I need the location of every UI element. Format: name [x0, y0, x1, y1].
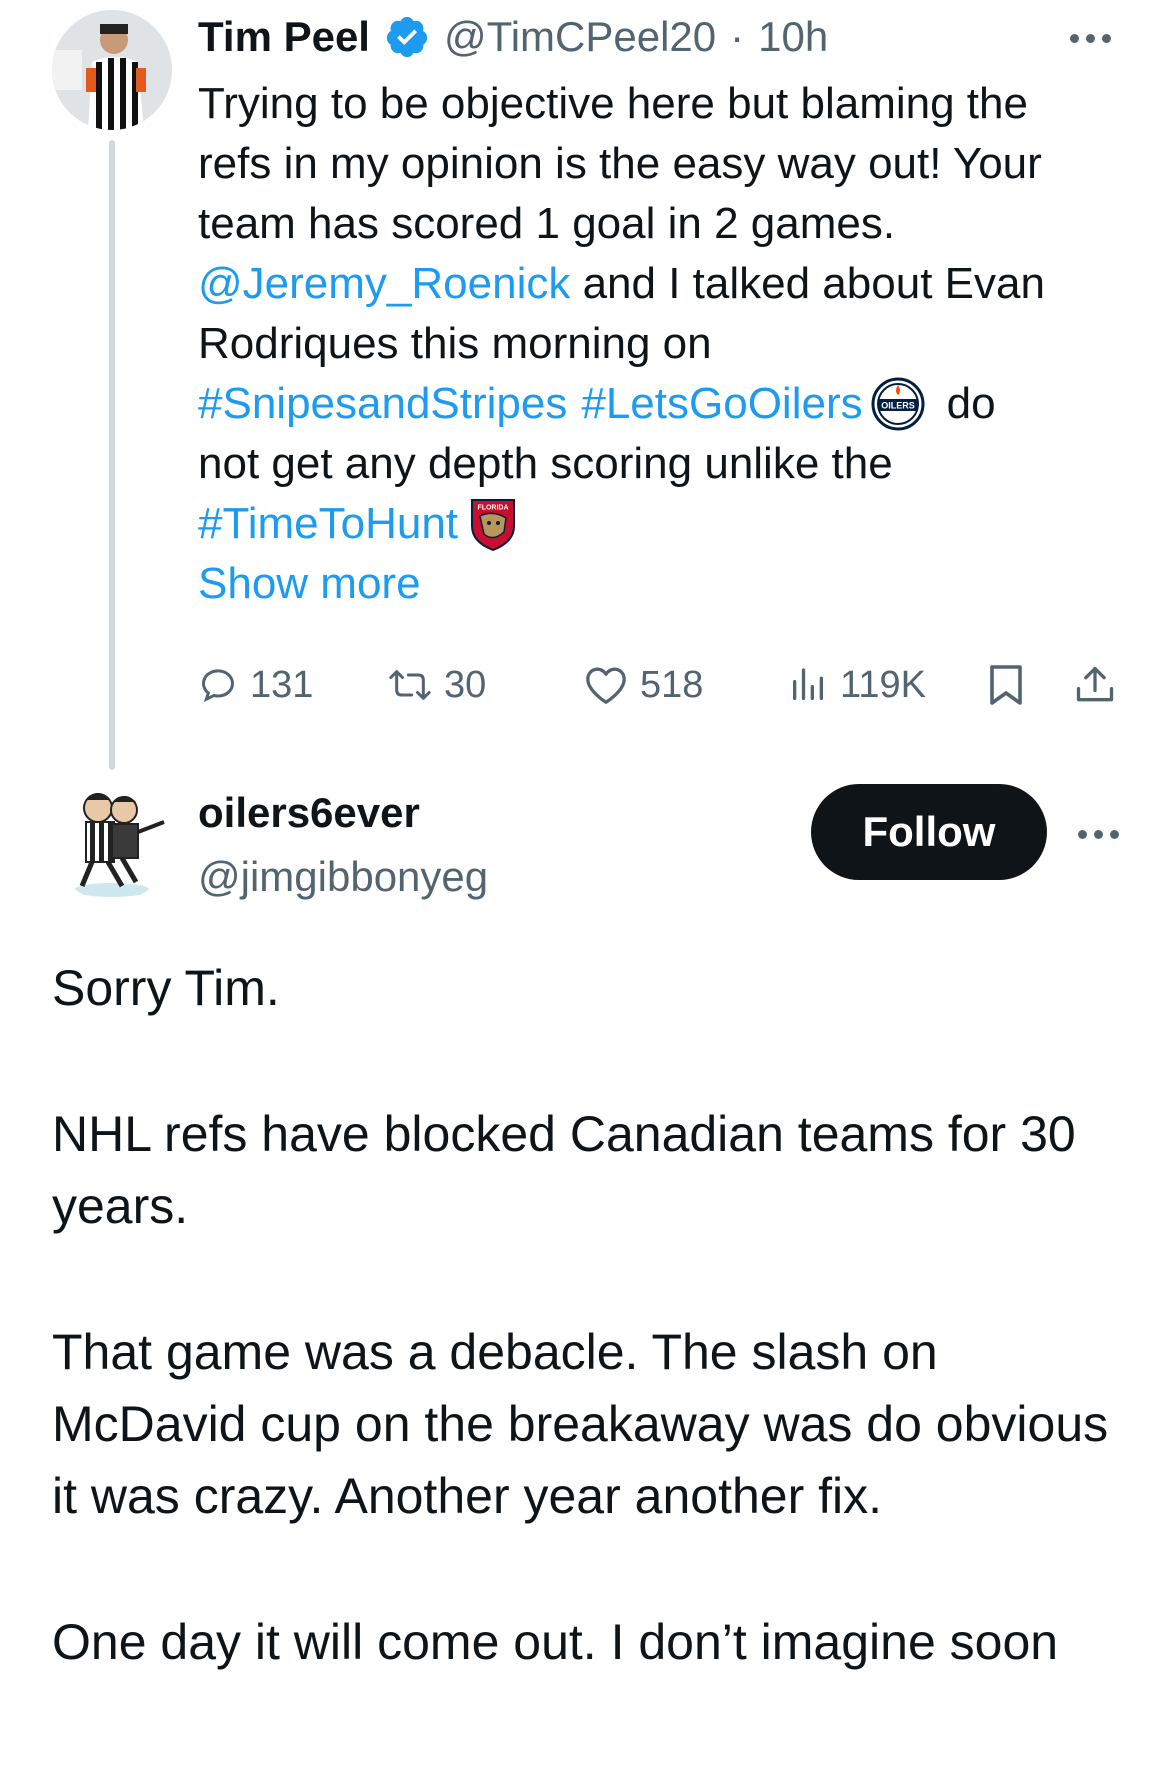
- like-button[interactable]: 518: [584, 660, 703, 710]
- like-count: 518: [640, 663, 704, 706]
- oilers-logo-icon: OILERS: [871, 377, 925, 431]
- tweet-line-5: Rodriques this morning on: [198, 319, 712, 368]
- reply-author-name[interactable]: oilers6ever: [198, 788, 488, 838]
- tweet-text: Trying to be objective here but blaming …: [198, 74, 1138, 614]
- reply-count: 131: [250, 663, 314, 706]
- reply-author-handle[interactable]: @jimgibbonyeg: [198, 852, 488, 902]
- tweet-line-7: not get any depth scoring unlike the: [198, 439, 893, 488]
- views-count: 119K: [840, 663, 926, 706]
- author-name[interactable]: Tim Peel: [198, 12, 370, 62]
- tweet-line-4: @Jeremy_Roenick and I talked about Evan: [198, 254, 1138, 314]
- verified-badge-icon: [384, 14, 430, 60]
- mention-link[interactable]: @Jeremy_Roenick: [198, 259, 570, 308]
- reply-paragraph-1: Sorry Tim.: [52, 960, 280, 1016]
- oilers-logo-text: OILERS: [881, 401, 915, 411]
- thread-line: [109, 140, 115, 770]
- tweet-line-6: #SnipesandStripes #LetsGoOilers OILERS d…: [198, 374, 1138, 434]
- retweet-count: 30: [444, 663, 487, 706]
- panthers-logo-icon: FLORIDA: [468, 496, 518, 552]
- tweet-line-6-text: do: [946, 379, 996, 428]
- retweet-icon: [388, 665, 432, 705]
- hashtag-snipesandstripes[interactable]: #SnipesandStripes: [198, 374, 567, 434]
- show-more-link[interactable]: Show more: [198, 554, 1138, 614]
- bookmark-icon: [986, 663, 1026, 707]
- retweet-button[interactable]: 30: [388, 660, 486, 710]
- reply-paragraph-4: One day it will come out. I don’t imagin…: [52, 1614, 1059, 1670]
- tweet-time[interactable]: 10h: [758, 13, 828, 61]
- tweet-line-1: Trying to be objective here but blaming …: [198, 79, 1028, 128]
- reply-paragraph-2: NHL refs have blocked Canadian teams for…: [52, 1106, 1076, 1234]
- tweet-line-2: refs in my opinion is the easy way out! …: [198, 139, 1042, 188]
- oilers6ever-avatar[interactable]: [52, 782, 172, 902]
- reply-icon: [198, 665, 238, 705]
- tim-peel-avatar[interactable]: [52, 10, 172, 130]
- share-button[interactable]: [1074, 660, 1116, 710]
- reply-text: Sorry Tim. NHL refs have blocked Canadia…: [52, 952, 1132, 1752]
- panthers-logo-text: FLORIDA: [477, 505, 508, 512]
- tweet-line-3: team has scored 1 goal in 2 games.: [198, 199, 896, 248]
- like-icon: [584, 665, 628, 705]
- bookmark-button[interactable]: [986, 660, 1026, 710]
- views-icon: [788, 665, 828, 705]
- reply-header: oilers6ever @jimgibbonyeg: [198, 788, 488, 902]
- more-icon[interactable]: [1070, 34, 1111, 43]
- tweet-line-8: #TimeToHunt FLORIDA: [198, 494, 1138, 554]
- tweet-line-4-text: and I talked about Evan: [570, 259, 1045, 308]
- share-icon: [1074, 663, 1116, 707]
- follow-button[interactable]: Follow: [811, 784, 1047, 880]
- hashtag-timetohunt[interactable]: #TimeToHunt: [198, 494, 458, 554]
- dot-separator: ·: [730, 13, 745, 60]
- more-icon[interactable]: [1078, 830, 1119, 839]
- tweet-actions: 131 30 518 119K: [198, 660, 1128, 710]
- tweet-header: Tim Peel @TimCPeel20 · 10h: [198, 12, 828, 62]
- views-button[interactable]: 119K: [788, 660, 926, 710]
- reply-paragraph-3: That game was a debacle. The slash on Mc…: [52, 1324, 1109, 1524]
- reply-button[interactable]: 131: [198, 660, 313, 710]
- hashtag-letsgooilers[interactable]: #LetsGoOilers: [581, 374, 862, 434]
- author-handle[interactable]: @TimCPeel20: [444, 13, 716, 61]
